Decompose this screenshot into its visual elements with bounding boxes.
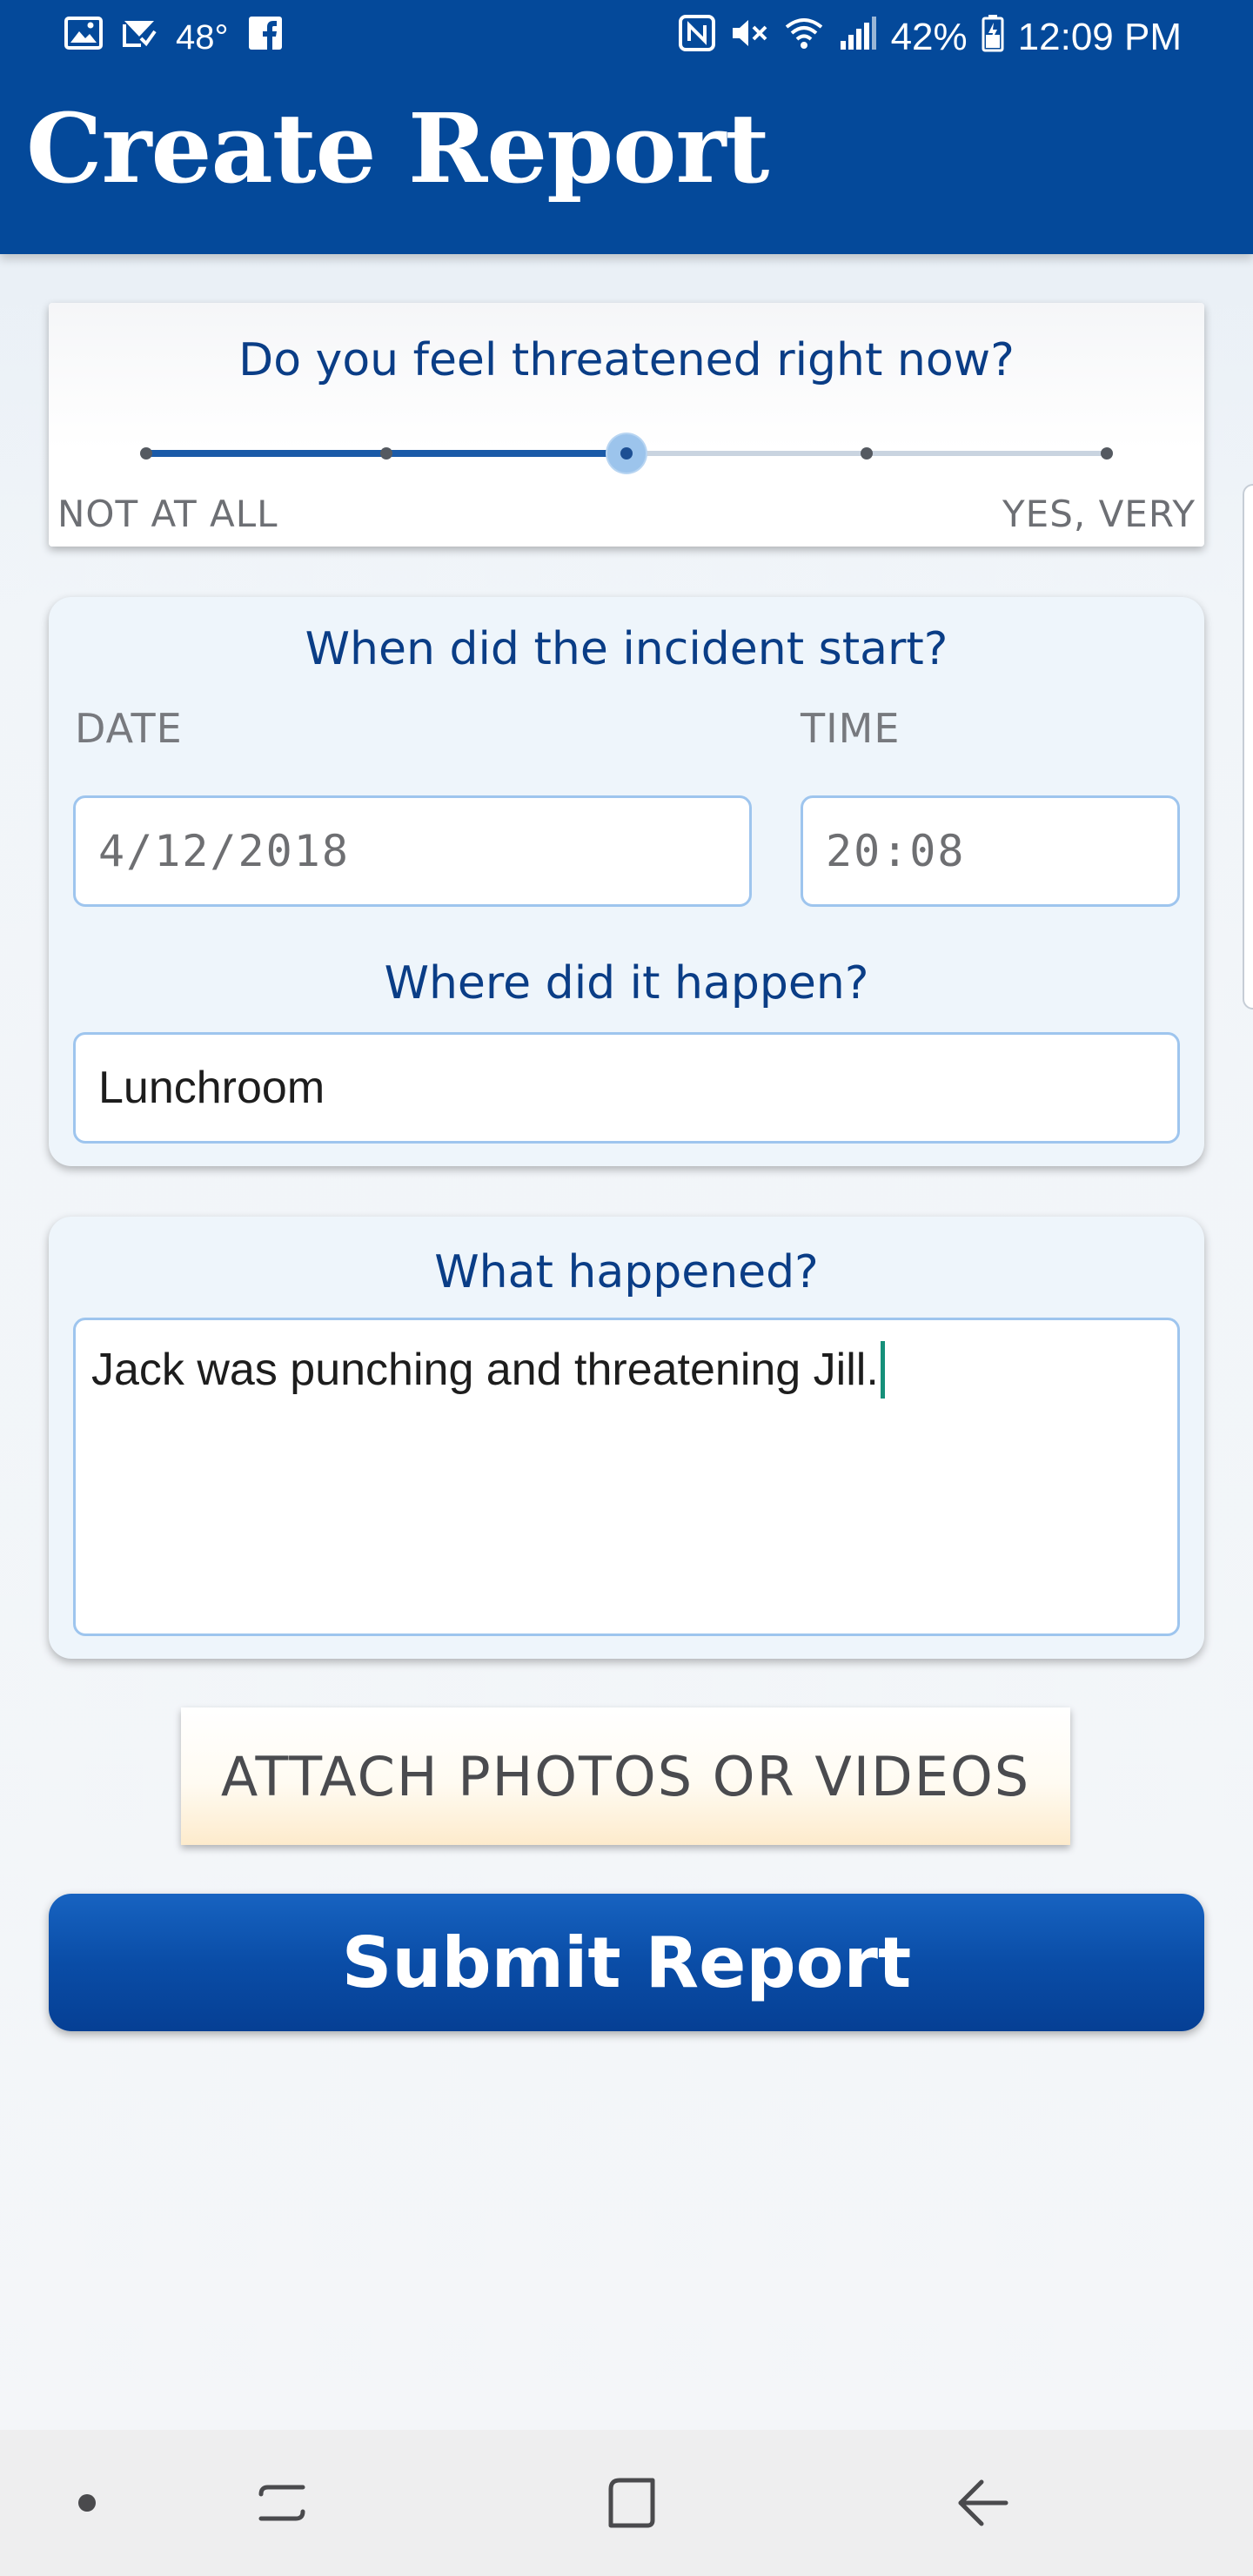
description-card: What happened? Jack was punching and thr…: [49, 1217, 1204, 1659]
description-text: Jack was punching and threatening Jill.: [91, 1345, 879, 1395]
navigation-bar: [0, 2430, 1253, 2576]
date-field[interactable]: 4/12/2018: [73, 795, 752, 907]
mute-icon: [729, 15, 769, 61]
time-field[interactable]: 20:08: [801, 795, 1180, 907]
slider-step-1[interactable]: [140, 447, 152, 460]
dot-icon[interactable]: [52, 2468, 122, 2538]
threat-level-card: Do you feel threatened right now? NOT AT…: [49, 303, 1204, 547]
clock: 12:09 PM: [1017, 16, 1182, 58]
time-label: TIME: [801, 705, 901, 752]
scale-max-label: YES, VERY: [1002, 493, 1196, 535]
signal-icon: [839, 15, 877, 61]
slider-step-4[interactable]: [861, 447, 873, 460]
submit-report-button[interactable]: Submit Report: [49, 1894, 1204, 2031]
mail-check-icon: [122, 16, 157, 60]
date-label: DATE: [75, 705, 183, 752]
nfc-icon: [678, 14, 715, 61]
battery-icon: [982, 14, 1004, 62]
recent-apps-icon[interactable]: [247, 2468, 317, 2538]
start-question: When did the incident start?: [305, 623, 948, 675]
page-title: Create Report: [26, 92, 769, 205]
where-question: Where did it happen?: [384, 957, 869, 1010]
side-panel-edge: [1243, 484, 1253, 1010]
location-field[interactable]: Lunchroom: [73, 1032, 1180, 1144]
slider-step-2[interactable]: [380, 447, 392, 460]
description-textarea[interactable]: Jack was punching and threatening Jill.: [73, 1318, 1180, 1636]
home-icon[interactable]: [597, 2468, 667, 2538]
text-cursor: [880, 1341, 885, 1399]
weather-temperature: 48°: [176, 18, 229, 57]
back-icon[interactable]: [948, 2468, 1018, 2538]
image-icon: [64, 16, 103, 60]
app-header: 48° 42% 12:09 PM Create Report: [0, 0, 1253, 254]
threat-question: Do you feel threatened right now?: [238, 334, 1015, 386]
what-happened-question: What happened?: [434, 1246, 819, 1298]
battery-percent: 42%: [890, 16, 968, 58]
threat-slider-thumb[interactable]: [607, 434, 646, 473]
incident-details-card: When did the incident start? DATE TIME 4…: [49, 597, 1204, 1166]
wifi-icon: [783, 15, 825, 61]
slider-step-5[interactable]: [1101, 447, 1113, 460]
status-bar: 48° 42% 12:09 PM: [0, 0, 1253, 75]
scale-min-label: NOT AT ALL: [57, 493, 278, 535]
attach-media-button[interactable]: ATTACH PHOTOS OR VIDEOS: [181, 1707, 1070, 1845]
facebook-icon: [248, 16, 283, 60]
